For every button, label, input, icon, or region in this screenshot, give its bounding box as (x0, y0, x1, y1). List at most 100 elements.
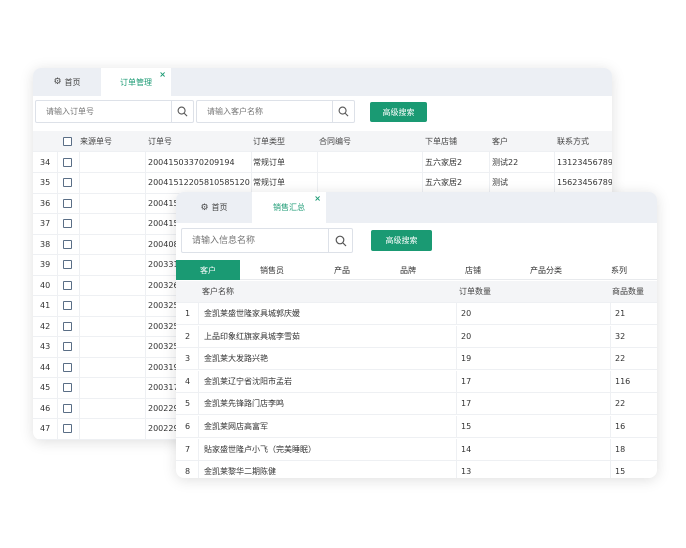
subtab-product[interactable]: 产品 (310, 260, 374, 280)
cell-name: 金凯莱辽宁省沈阳市孟岩 (204, 376, 292, 386)
subtab-series[interactable]: 系列 (587, 260, 651, 280)
info-name-input[interactable] (182, 229, 328, 252)
cell-customer: 测试22 (492, 157, 519, 167)
cell-name: 金凯莱大发路兴艳 (204, 354, 268, 364)
cell-orders: 20 (461, 309, 472, 318)
tab-home[interactable]: ⚙ 首页 (176, 192, 252, 223)
row-checkbox[interactable] (63, 178, 72, 187)
col-contact: 联系方式 (557, 136, 589, 146)
row-checkbox-cell (63, 234, 72, 254)
gear-icon: ⚙ (53, 77, 62, 87)
table-row[interactable]: 7 貼家盛世隆卢小飞（完美睡眠） 14 18 (176, 438, 657, 461)
row-checkbox[interactable] (63, 424, 72, 433)
cell-store: 五六家居2 (425, 157, 463, 167)
row-number: 40 (40, 280, 51, 290)
table-row[interactable]: 34 20041503370209194 常规订单 五六家居2 测试22 13123456… (33, 152, 612, 173)
row-number: 38 (40, 239, 51, 249)
customer-name-input[interactable] (197, 101, 332, 122)
row-number: 39 (40, 260, 51, 269)
row-checkbox[interactable] (63, 198, 72, 208)
cell-name: 金凯莱黎华二期陈健 (204, 467, 276, 477)
tab-sales-summary[interactable]: 销售汇总 × (252, 192, 326, 223)
tab-home[interactable]: ⚙ 首页 (33, 68, 101, 96)
subtab-store[interactable]: 店铺 (441, 260, 505, 280)
cell-items: 16 (615, 422, 626, 431)
advanced-search-button[interactable]: 高级搜索 (370, 102, 427, 122)
row-checkbox[interactable] (63, 342, 72, 351)
cell-num: 1 (185, 309, 191, 318)
row-checkbox[interactable] (63, 280, 72, 290)
cell-orders: 17 (461, 399, 472, 409)
gear-icon: ⚙ (200, 202, 209, 213)
table-row[interactable]: 35 20041512205810585120 7 常规订单 五六家居2 测试 15623… (33, 172, 612, 194)
search-icon (177, 106, 188, 117)
select-all-cell (63, 131, 72, 151)
row-checkbox-cell (63, 337, 72, 357)
search-icon (338, 106, 349, 117)
row-checkbox-cell (63, 357, 72, 377)
close-icon[interactable]: × (314, 194, 321, 203)
row-checkbox[interactable] (63, 403, 72, 413)
cell-orders: 14 (461, 444, 472, 454)
row-number: 36 (40, 198, 51, 208)
row-checkbox[interactable] (63, 260, 72, 269)
tab-order-management[interactable]: 订单管理 × (101, 68, 171, 96)
col-customer-name: 客户名称 (202, 287, 234, 296)
subtab-brand[interactable]: 品牌 (376, 260, 440, 280)
cell-orders: 15 (461, 422, 472, 431)
cell-items: 22 (615, 354, 626, 364)
back-tab-bar: ⚙ 首页 订单管理 × (33, 68, 612, 96)
row-checkbox-cell (63, 193, 72, 213)
close-icon[interactable]: × (159, 70, 166, 79)
row-checkbox[interactable] (63, 362, 72, 372)
row-checkbox-cell (63, 419, 72, 439)
subtab-customer[interactable]: 客户 (176, 260, 240, 280)
row-checkbox-cell (63, 296, 72, 316)
customer-search-button[interactable] (332, 101, 354, 122)
subtab-product-category[interactable]: 产品分类 (514, 260, 578, 280)
cell-store: 五六家居2 (425, 178, 463, 187)
row-checkbox[interactable] (63, 239, 72, 249)
row-checkbox[interactable] (63, 383, 72, 392)
row-checkbox-cell (63, 173, 72, 193)
table-header: 来源单号 订单号 订单类型 合同编号 下单店铺 客户 联系方式 (33, 131, 612, 152)
table-row[interactable]: 8 金凯莱黎华二期陈健 13 15 (176, 461, 657, 478)
row-checkbox[interactable] (63, 301, 72, 310)
select-all-checkbox[interactable] (63, 136, 72, 146)
table-row[interactable]: 2 上品印象红旗家具城李雪茹 20 32 (176, 325, 657, 348)
table-row[interactable]: 5 金凯莱先锋路门店李鸣 17 22 (176, 393, 657, 416)
row-number: 35 (40, 178, 51, 187)
col-source: 来源单号 (80, 136, 112, 146)
row-checkbox-cell (63, 398, 72, 418)
cell-customer: 测试 (492, 178, 508, 187)
row-checkbox[interactable] (63, 321, 72, 331)
cell-name: 金凯莱盛世隆家具城郭庆媛 (204, 309, 300, 318)
cell-num: 6 (185, 422, 191, 431)
cell-name: 金凯莱网店高富军 (204, 422, 268, 431)
row-checkbox[interactable] (63, 219, 72, 228)
row-checkbox-cell (63, 378, 72, 398)
cell-name: 上品印象红旗家具城李雪茹 (204, 331, 300, 341)
table-row[interactable]: 4 金凯莱辽宁省沈阳市孟岩 17 116 (176, 370, 657, 393)
table-row[interactable]: 3 金凯莱大发路兴艳 19 22 (176, 348, 657, 371)
table-row[interactable]: 6 金凯莱网店高富军 15 16 (176, 416, 657, 438)
subtab-salesperson[interactable]: 销售员 (240, 260, 304, 280)
search-icon (335, 235, 346, 246)
cell-items: 22 (615, 399, 626, 409)
row-checkbox[interactable] (63, 157, 72, 167)
cell-name: 金凯莱先锋路门店李鸣 (204, 399, 284, 409)
col-item-count: 商品数量 (612, 287, 644, 296)
tab-home-label: 首页 (211, 203, 228, 212)
col-customer: 客户 (492, 136, 508, 146)
row-number: 47 (40, 424, 51, 433)
advanced-search-button[interactable]: 高级搜索 (371, 230, 432, 251)
order-number-input[interactable] (36, 101, 171, 122)
order-search-button[interactable] (171, 101, 193, 122)
cell-items: 32 (615, 331, 626, 341)
row-number: 44 (40, 362, 51, 372)
cell-orders: 13 (461, 467, 472, 477)
info-search-button[interactable] (328, 229, 352, 252)
front-tab-bar: ⚙ 首页 销售汇总 × (176, 192, 657, 223)
cell-orders: 17 (461, 376, 472, 386)
table-row[interactable]: 1 金凯莱盛世隆家具城郭庆媛 20 21 (176, 303, 657, 325)
